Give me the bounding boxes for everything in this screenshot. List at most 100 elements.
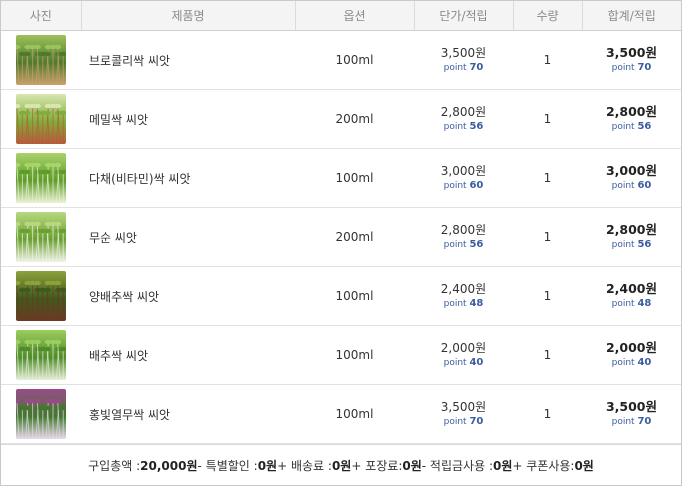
unit-price-cell: 3,500원 point 70 xyxy=(414,30,513,90)
point-label: point xyxy=(443,358,467,368)
product-name[interactable]: 다채(비타민)싹 씨앗 xyxy=(81,148,295,208)
unit-price-cell: 2,000원 point 40 xyxy=(414,325,513,385)
summary-points-label: - 적립금사용 : xyxy=(421,459,493,473)
total-point: point 56 xyxy=(582,120,681,134)
total-cell: 2,800원 point 56 xyxy=(582,207,681,267)
quantity: 1 xyxy=(513,30,582,90)
point-value: 56 xyxy=(469,239,484,250)
unit-point: point 48 xyxy=(414,297,513,311)
unit-price: 3,500원 xyxy=(440,46,487,60)
product-name[interactable]: 홍빛열무싹 씨앗 xyxy=(81,384,295,444)
summary-shipping-label: + 배송료 : xyxy=(277,459,332,473)
cart-container: 사진 제품명 옵션 단가/적립 수량 합계/적립 브로콜리싹 씨앗 100ml 3,… xyxy=(0,0,682,486)
unit-point: point 70 xyxy=(414,415,513,429)
table-row: 홍빛열무싹 씨앗 100ml 3,500원 point 70 1 3,500원 point … xyxy=(1,384,681,444)
table-header-row: 사진 제품명 옵션 단가/적립 수량 합계/적립 xyxy=(1,1,681,31)
unit-price: 3,000원 xyxy=(440,164,487,178)
table-row: 양배추싹 씨앗 100ml 2,400원 point 48 1 2,400원 point 4… xyxy=(1,266,681,326)
point-label: point xyxy=(611,240,635,250)
product-option: 100ml xyxy=(295,30,414,90)
unit-price-cell: 2,800원 point 56 xyxy=(414,89,513,149)
unit-price-cell: 2,400원 point 48 xyxy=(414,266,513,326)
radish-sprout-photo[interactable] xyxy=(16,212,66,262)
product-option: 100ml xyxy=(295,266,414,326)
point-label: point xyxy=(611,417,635,427)
total-point-value: 70 xyxy=(637,416,652,427)
header-total: 합계/적립 xyxy=(582,1,681,31)
product-option: 200ml xyxy=(295,89,414,149)
broccoli-sprout-photo[interactable] xyxy=(16,35,66,85)
table-row: 다채(비타민)싹 씨앗 100ml 3,000원 point 60 1 3,000원 poi… xyxy=(1,148,681,208)
total-cell: 2,400원 point 48 xyxy=(582,266,681,326)
unit-price-cell: 3,500원 point 70 xyxy=(414,384,513,444)
point-label: point xyxy=(611,358,635,368)
total-point-value: 60 xyxy=(637,180,652,191)
total-cell: 2,800원 point 56 xyxy=(582,89,681,149)
point-label: point xyxy=(611,63,635,73)
table-row: 메밀싹 씨앗 200ml 2,800원 point 56 1 2,800원 point 56 xyxy=(1,89,681,149)
unit-price-cell: 3,000원 point 60 xyxy=(414,148,513,208)
point-value: 60 xyxy=(469,180,484,191)
product-option: 100ml xyxy=(295,148,414,208)
total-price: 2,800원 xyxy=(605,222,658,237)
unit-point: point 60 xyxy=(414,179,513,193)
total-cell: 3,000원 point 60 xyxy=(582,148,681,208)
photo-cell xyxy=(1,207,81,267)
cabbage-sprout-photo[interactable] xyxy=(16,271,66,321)
summary-discount-label: - 특별할인 : xyxy=(197,459,258,473)
photo-cell xyxy=(1,148,81,208)
cart-table: 사진 제품명 옵션 단가/적립 수량 합계/적립 브로콜리싹 씨앗 100ml 3,… xyxy=(1,1,681,444)
tatsoi-sprout-photo[interactable] xyxy=(16,153,66,203)
total-price: 3,500원 xyxy=(605,399,658,414)
point-value: 40 xyxy=(469,357,484,368)
total-price: 3,500원 xyxy=(605,45,658,60)
red-radish-sprout-photo[interactable] xyxy=(16,389,66,439)
product-option: 200ml xyxy=(295,207,414,267)
point-value: 70 xyxy=(469,416,484,427)
product-name[interactable]: 브로콜리싹 씨앗 xyxy=(81,30,295,90)
napa-cabbage-sprout-photo[interactable] xyxy=(16,330,66,380)
point-label: point xyxy=(611,181,635,191)
total-cell: 2,000원 point 40 xyxy=(582,325,681,385)
order-summary: 구입총액 : 20,000원 - 특별할인 : 0원 + 배송료 : 0원 + … xyxy=(1,444,681,486)
product-name[interactable]: 양배추싹 씨앗 xyxy=(81,266,295,326)
total-point-value: 56 xyxy=(637,239,652,250)
summary-purchase-value: 20,000원 xyxy=(140,459,198,473)
point-label: point xyxy=(443,417,467,427)
point-label: point xyxy=(611,299,635,309)
product-name[interactable]: 메밀싹 씨앗 xyxy=(81,89,295,149)
total-point: point 56 xyxy=(582,238,681,252)
header-unit-price: 단가/적립 xyxy=(414,1,514,31)
point-label: point xyxy=(443,63,467,73)
unit-point: point 56 xyxy=(414,120,513,134)
unit-point: point 56 xyxy=(414,238,513,252)
total-cell: 3,500원 point 70 xyxy=(582,30,681,90)
summary-purchase-label: 구입총액 : xyxy=(88,459,141,473)
header-qty: 수량 xyxy=(513,1,583,31)
summary-packing-value: 0원 xyxy=(402,459,422,473)
summary-discount-value: 0원 xyxy=(257,459,278,473)
header-photo: 사진 xyxy=(1,1,82,31)
point-value: 48 xyxy=(469,298,484,309)
photo-cell xyxy=(1,30,81,90)
product-name[interactable]: 배추싹 씨앗 xyxy=(81,325,295,385)
table-row: 브로콜리싹 씨앗 100ml 3,500원 point 70 1 3,500원 point … xyxy=(1,30,681,90)
total-point-value: 40 xyxy=(637,357,652,368)
summary-coupon-label: + 쿠폰사용: xyxy=(512,459,575,473)
total-cell: 3,500원 point 70 xyxy=(582,384,681,444)
buckwheat-sprout-photo[interactable] xyxy=(16,94,66,144)
unit-price-cell: 2,800원 point 56 xyxy=(414,207,513,267)
unit-price: 2,400원 xyxy=(440,282,487,296)
point-label: point xyxy=(611,122,635,132)
total-price: 2,800원 xyxy=(605,104,658,119)
header-option: 옵션 xyxy=(295,1,415,31)
table-row: 배추싹 씨앗 100ml 2,000원 point 40 1 2,000원 point 40 xyxy=(1,325,681,385)
product-option: 100ml xyxy=(295,384,414,444)
unit-price: 2,800원 xyxy=(440,105,487,119)
unit-point: point 70 xyxy=(414,61,513,75)
total-point-value: 70 xyxy=(637,62,652,73)
total-point: point 70 xyxy=(582,415,681,429)
product-name[interactable]: 무순 씨앗 xyxy=(81,207,295,267)
total-price: 3,000원 xyxy=(605,163,658,178)
photo-cell xyxy=(1,89,81,149)
